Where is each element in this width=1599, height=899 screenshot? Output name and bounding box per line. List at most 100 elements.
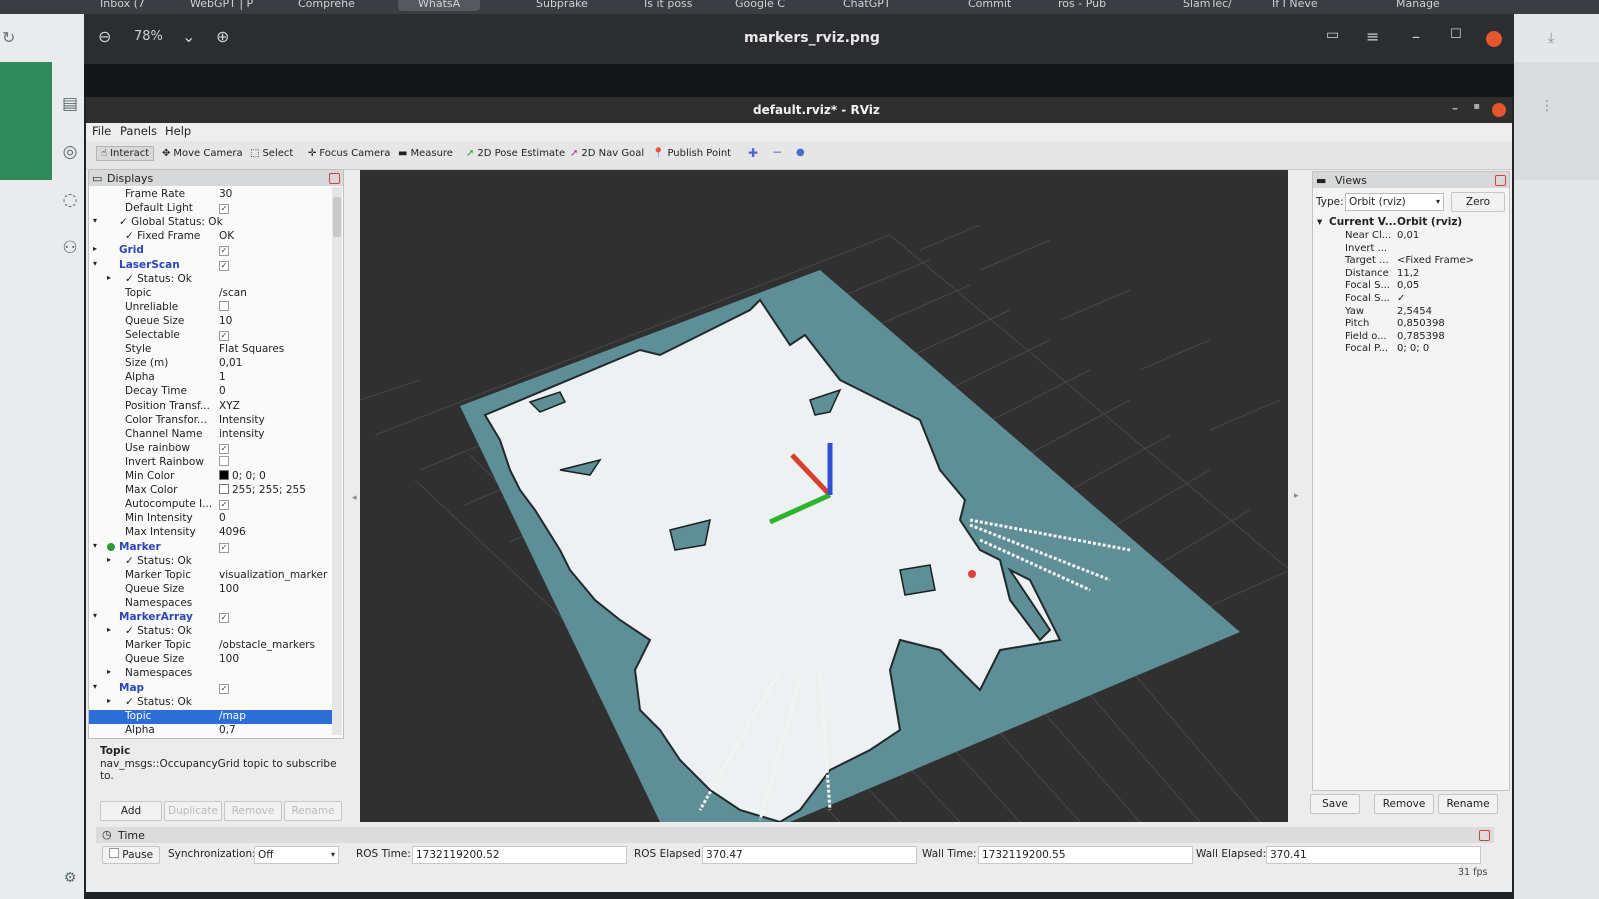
view-property-value[interactable]: ✓ bbox=[1397, 293, 1405, 304]
property-row[interactable]: ▸ ✓ Status: Ok bbox=[89, 696, 339, 710]
display-item[interactable]: ▾ Marker ✓ bbox=[89, 541, 339, 555]
ros-time-field[interactable]: 1732119200.52 bbox=[412, 846, 627, 864]
property-row[interactable]: Topic/scan bbox=[89, 287, 339, 301]
browser-tab[interactable]: Inbox (7 bbox=[100, 0, 145, 11]
property-row[interactable]: Default Light ✓ bbox=[89, 202, 339, 216]
view-property-value[interactable]: 0; 0; 0 bbox=[1397, 343, 1429, 354]
wall-elapsed-field[interactable]: 370.41 bbox=[1266, 846, 1481, 864]
property-row[interactable]: Min Color 0; 0; 0 bbox=[89, 470, 339, 484]
property-value[interactable] bbox=[219, 455, 229, 469]
browser-tab[interactable]: ros - Pub bbox=[1058, 0, 1106, 11]
status-icon[interactable]: ◎ bbox=[58, 140, 82, 164]
download-icon[interactable]: ⤓ bbox=[1548, 30, 1554, 46]
property-row[interactable]: Invert Rainbow bbox=[89, 455, 339, 470]
wall-time-field[interactable]: 1732119200.55 bbox=[978, 846, 1193, 864]
view-property-value[interactable]: 0,785398 bbox=[1397, 331, 1445, 342]
view-property-value[interactable]: 0,01 bbox=[1397, 230, 1419, 241]
browser-tab[interactable]: Google C bbox=[735, 0, 785, 11]
property-value[interactable]: ✓ bbox=[219, 244, 229, 257]
property-value[interactable]: 0 bbox=[219, 385, 226, 397]
property-row[interactable]: Max Color 255; 255; 255 bbox=[89, 484, 339, 498]
property-value[interactable]: 10 bbox=[219, 315, 232, 327]
browser-tab[interactable]: WebGPT | P bbox=[190, 0, 253, 11]
current-view-row[interactable]: ▾ Current V... Orbit (rviz) bbox=[1313, 216, 1507, 230]
property-value[interactable]: ✓ bbox=[219, 682, 229, 694]
view-property-value[interactable]: <Fixed Frame> bbox=[1397, 255, 1474, 266]
remove-tool-icon[interactable]: − bbox=[772, 145, 782, 159]
rviz-minimize-icon[interactable]: – bbox=[1452, 101, 1458, 115]
view-property-value[interactable]: 0,850398 bbox=[1397, 318, 1445, 329]
property-row[interactable]: Alpha 1 bbox=[89, 371, 339, 385]
render-3d-view[interactable] bbox=[360, 170, 1288, 822]
communities-icon[interactable]: ⚇ bbox=[58, 236, 82, 260]
scroll-thumb[interactable] bbox=[333, 197, 341, 237]
property-row[interactable]: Queue Size 100 bbox=[89, 653, 339, 667]
chevron-down-icon[interactable]: ⌄ bbox=[182, 27, 195, 46]
property-row[interactable]: Channel Name intensity bbox=[89, 428, 339, 442]
view-property-row[interactable]: Pitch 0,850398 bbox=[1313, 318, 1507, 331]
sync-select[interactable]: Off ▾ bbox=[254, 846, 339, 864]
right-splitter-handle[interactable]: ▸ bbox=[1294, 491, 1299, 501]
property-value[interactable]: 4096 bbox=[219, 526, 246, 538]
channels-icon[interactable]: ◌ bbox=[58, 188, 82, 212]
property-row[interactable]: ▸ ✓ Status: Ok bbox=[89, 273, 339, 287]
tool-2d-nav-goal[interactable]: ➚ 2D Nav Goal bbox=[570, 148, 644, 159]
add-button[interactable]: Add bbox=[100, 801, 162, 821]
property-value[interactable]: ✓ bbox=[219, 611, 229, 623]
property-row[interactable]: Namespaces bbox=[89, 597, 339, 611]
remove-button[interactable]: Remove bbox=[224, 801, 282, 821]
display-item[interactable]: ▾ MarkerArray ✓ bbox=[89, 611, 339, 625]
tree-expand-icon[interactable]: ▸ bbox=[107, 696, 111, 705]
checkbox[interactable]: ✓ bbox=[219, 542, 229, 553]
displays-scrollbar[interactable] bbox=[332, 187, 342, 735]
view-property-row[interactable]: Invert ... bbox=[1313, 243, 1507, 256]
checkbox[interactable]: ✓ bbox=[219, 204, 229, 215]
tool-focus-camera[interactable]: ✛ Focus Camera bbox=[308, 148, 390, 159]
property-row[interactable]: Style Flat Squares bbox=[89, 343, 339, 357]
view-property-row[interactable]: Yaw 2,5454 bbox=[1313, 306, 1507, 319]
property-row[interactable]: Alpha 0,7 bbox=[89, 724, 339, 738]
duplicate-button[interactable]: Duplicate bbox=[164, 801, 222, 821]
tree-expand-icon[interactable]: ▸ bbox=[93, 244, 97, 253]
property-value[interactable]: 0,7 bbox=[219, 724, 236, 736]
checkbox[interactable]: ✓ bbox=[219, 683, 229, 694]
view-property-row[interactable]: Field o... 0,785398 bbox=[1313, 331, 1507, 344]
property-value[interactable]: /obstacle_markers bbox=[219, 639, 315, 651]
slideshow-icon[interactable]: ▭ bbox=[1326, 27, 1339, 43]
tree-expand-icon[interactable]: ▾ bbox=[93, 216, 97, 225]
property-row[interactable]: Marker Topic/obstacle_markers bbox=[89, 639, 339, 653]
property-row[interactable]: Autocompute I... ✓ bbox=[89, 498, 339, 512]
property-value[interactable]: 255; 255; 255 bbox=[219, 484, 306, 496]
view-property-value[interactable]: 2,5454 bbox=[1397, 306, 1432, 317]
viewer-close-icon[interactable] bbox=[1486, 31, 1502, 47]
browser-tab[interactable]: If I Neve bbox=[1272, 0, 1318, 11]
tree-expand-icon[interactable]: ▸ bbox=[107, 555, 111, 564]
property-value[interactable]: ✓ bbox=[219, 442, 229, 454]
property-value[interactable]: ✓ bbox=[219, 259, 229, 271]
tool-publish-point[interactable]: 📍 Publish Point bbox=[652, 148, 731, 159]
property-row[interactable]: Decay Time 0 bbox=[89, 385, 339, 399]
view-property-value[interactable]: 11,2 bbox=[1397, 268, 1419, 279]
rviz-maximize-icon[interactable]: ▪ bbox=[1473, 101, 1480, 112]
checkbox[interactable]: ✓ bbox=[219, 246, 229, 257]
view-type-select[interactable]: Orbit (rviz) ▾ bbox=[1345, 193, 1444, 211]
property-row[interactable]: Topic/map bbox=[89, 709, 339, 724]
add-tool-icon[interactable]: ✚ bbox=[748, 146, 758, 160]
view-property-row[interactable]: Near Cl... 0,01 bbox=[1313, 230, 1507, 243]
display-item[interactable]: ▾ Map ✓ bbox=[89, 682, 339, 696]
more-vertical-icon[interactable]: ⋮ bbox=[1540, 98, 1554, 114]
tool-interact[interactable]: ☝ Interact bbox=[96, 146, 155, 161]
left-splitter-handle[interactable]: ◂ bbox=[352, 493, 357, 503]
property-row[interactable]: ▸ ✓ Status: Ok bbox=[89, 625, 339, 639]
property-row[interactable]: Color Transfor... Intensity bbox=[89, 414, 339, 428]
checkbox[interactable]: ✓ bbox=[219, 500, 229, 511]
chats-icon[interactable]: ▤ bbox=[58, 92, 82, 116]
menu-panels[interactable]: Panels bbox=[120, 124, 157, 138]
property-row[interactable]: Use rainbow ✓ bbox=[89, 442, 339, 456]
view-property-row[interactable]: Target ... <Fixed Frame> bbox=[1313, 255, 1507, 268]
property-value[interactable]: Flat Squares bbox=[219, 343, 284, 355]
tool-properties-icon[interactable]: ● bbox=[796, 147, 805, 158]
pause-button[interactable]: Pause bbox=[102, 846, 160, 864]
property-row[interactable]: Selectable ✓ bbox=[89, 329, 339, 343]
property-row[interactable]: ▸ Namespaces bbox=[89, 667, 339, 681]
